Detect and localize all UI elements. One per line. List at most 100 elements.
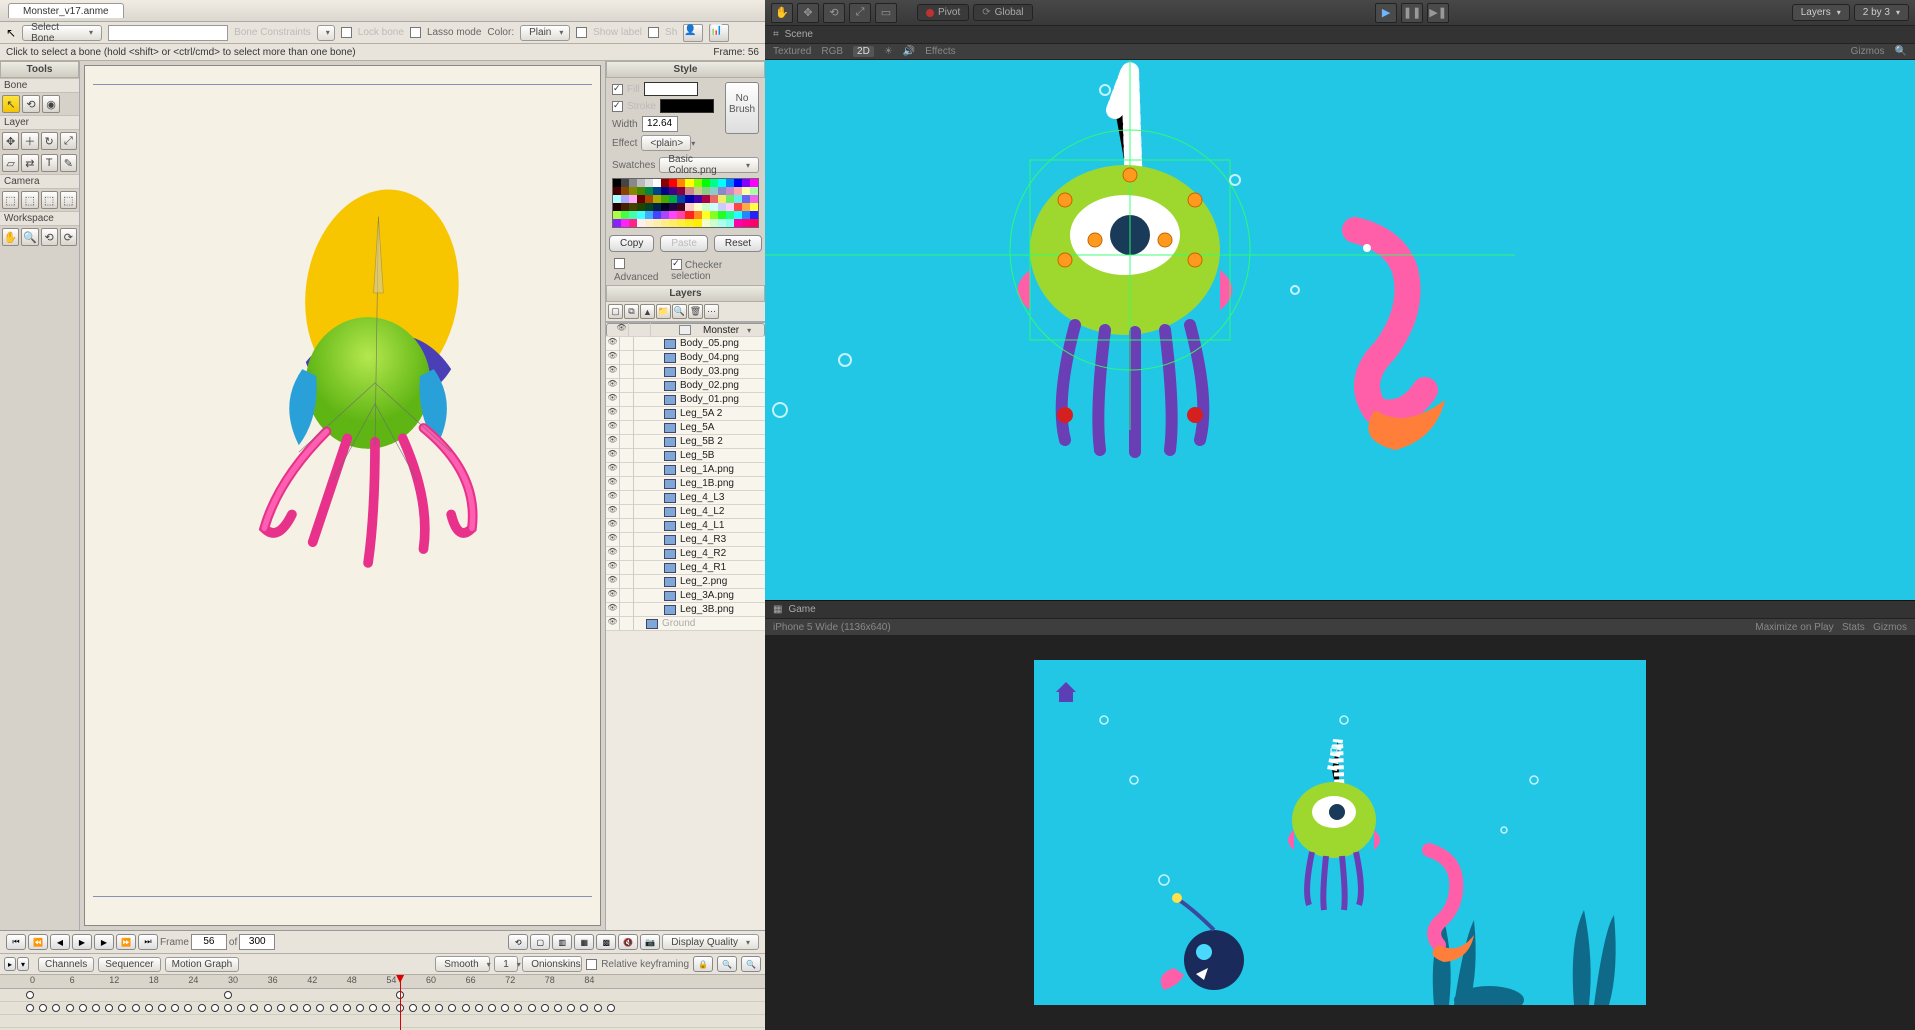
visibility-icon[interactable]: 👁 <box>606 491 620 505</box>
motion-graph-tab[interactable]: Motion Graph <box>165 957 240 972</box>
palette-swatch[interactable] <box>685 203 693 211</box>
zoom-in-button[interactable]: 🔍 <box>741 956 761 972</box>
game-view[interactable] <box>765 635 1915 1030</box>
next-frame-button[interactable]: ▶ <box>94 934 114 950</box>
palette-swatch[interactable] <box>677 219 685 227</box>
lock-icon[interactable] <box>620 505 634 519</box>
palette-swatch[interactable] <box>726 195 734 203</box>
pause-icon[interactable]: ❚❚ <box>1401 3 1423 23</box>
rotate-layer-tool[interactable]: ↻ <box>41 132 58 150</box>
palette-swatch[interactable] <box>702 179 710 187</box>
visibility-icon[interactable]: 👁 <box>615 323 629 337</box>
palette-swatch[interactable] <box>685 219 693 227</box>
palette-swatch[interactable] <box>637 179 645 187</box>
lock-icon[interactable] <box>620 547 634 561</box>
visibility-icon[interactable]: 👁 <box>606 337 620 351</box>
palette-swatch[interactable] <box>677 187 685 195</box>
visibility-icon[interactable]: 👁 <box>606 519 620 533</box>
pantilt-camera-tool[interactable]: ⬚ <box>60 191 77 209</box>
palette-swatch[interactable] <box>742 203 750 211</box>
gizmos-label[interactable]: Gizmos <box>1873 622 1907 633</box>
palette-swatch[interactable] <box>613 203 621 211</box>
grid2-button[interactable]: ▥ <box>552 934 572 950</box>
palette-swatch[interactable] <box>629 179 637 187</box>
stats-label[interactable]: Stats <box>1842 622 1865 633</box>
palette-swatch[interactable] <box>677 211 685 219</box>
layer-row[interactable]: 👁Leg_5B 2 <box>606 435 765 449</box>
search-layer-button[interactable]: 🔍 <box>672 304 687 319</box>
palette-swatch[interactable] <box>726 187 734 195</box>
lock-button[interactable]: 🔒 <box>693 956 713 972</box>
palette-swatch[interactable] <box>734 195 742 203</box>
frame-input[interactable]: 56 <box>191 934 227 950</box>
checker-sel-checkbox[interactable] <box>671 259 682 270</box>
mute-button[interactable]: 🔇 <box>618 934 638 950</box>
no-brush-button[interactable]: No Brush <box>725 82 759 134</box>
play-button[interactable]: ▶ <box>72 934 92 950</box>
zoom-out-button[interactable]: 🔍 <box>717 956 737 972</box>
effects-dropdown[interactable]: Effects <box>925 46 955 57</box>
grid1-button[interactable]: ▢ <box>530 934 550 950</box>
palette-swatch[interactable] <box>685 211 693 219</box>
move-tool-icon[interactable]: ✥ <box>797 3 819 23</box>
track-camera-tool[interactable]: ⬚ <box>2 191 19 209</box>
swatches-dropdown[interactable]: Basic Colors.png <box>659 157 759 173</box>
visibility-icon[interactable]: 👁 <box>606 463 620 477</box>
palette-swatch[interactable] <box>694 219 702 227</box>
palette-swatch[interactable] <box>718 219 726 227</box>
palette-swatch[interactable] <box>718 195 726 203</box>
lock-icon[interactable] <box>620 617 634 631</box>
layer-menu-button[interactable]: ⋯ <box>704 304 719 319</box>
shear-layer-tool[interactable]: ▱ <box>2 154 19 172</box>
palette-swatch[interactable] <box>669 211 677 219</box>
palette-swatch[interactable] <box>621 211 629 219</box>
palette-swatch[interactable] <box>637 219 645 227</box>
palette-swatch[interactable] <box>710 211 718 219</box>
interp-dropdown[interactable]: Smooth <box>435 956 490 972</box>
layer-row[interactable]: 👁Leg_4_R2 <box>606 547 765 561</box>
palette-swatch[interactable] <box>734 219 742 227</box>
lock-icon[interactable] <box>620 603 634 617</box>
palette-swatch[interactable] <box>621 219 629 227</box>
palette-swatch[interactable] <box>734 203 742 211</box>
layer-row[interactable]: 👁Leg_5A 2 <box>606 407 765 421</box>
palette-swatch[interactable] <box>613 211 621 219</box>
lock-icon[interactable] <box>620 421 634 435</box>
timeline-row[interactable] <box>0 1002 765 1015</box>
maximize-label[interactable]: Maximize on Play <box>1755 622 1833 633</box>
palette-swatch[interactable] <box>726 179 734 187</box>
bone-name-input[interactable] <box>108 25 228 41</box>
step-fwd-button[interactable]: ⏩ <box>116 934 136 950</box>
visibility-icon[interactable]: 👁 <box>606 477 620 491</box>
palette-swatch[interactable] <box>734 211 742 219</box>
lock-icon[interactable] <box>620 365 634 379</box>
roll-camera-tool[interactable]: ⬚ <box>41 191 58 209</box>
palette-swatch[interactable] <box>750 219 758 227</box>
layer-row[interactable]: 👁Body_01.png <box>606 393 765 407</box>
palette-swatch[interactable] <box>710 203 718 211</box>
bone-strength-tool[interactable]: ◉ <box>42 95 60 113</box>
flip-layer-tool[interactable]: ⇄ <box>21 154 38 172</box>
rotate-tool-icon[interactable]: ⟲ <box>823 3 845 23</box>
palette-swatch[interactable] <box>702 211 710 219</box>
layer-row[interactable]: 👁Body_03.png <box>606 365 765 379</box>
new-layer-button[interactable]: ▢ <box>608 304 623 319</box>
palette-swatch[interactable] <box>645 187 653 195</box>
reset-button[interactable]: Reset <box>714 235 762 252</box>
palette-swatch[interactable] <box>742 211 750 219</box>
user-icon[interactable]: 👤 <box>683 24 703 42</box>
lock-icon[interactable] <box>620 561 634 575</box>
copy-button[interactable]: Copy <box>609 235 654 252</box>
palette-swatch[interactable] <box>645 203 653 211</box>
search-icon[interactable]: 🔍 <box>1895 46 1907 57</box>
palette-swatch[interactable] <box>677 203 685 211</box>
visibility-icon[interactable]: 👁 <box>606 407 620 421</box>
palette-swatch[interactable] <box>750 187 758 195</box>
grid4-button[interactable]: ▩ <box>596 934 616 950</box>
file-tab[interactable]: Monster_v17.anme <box>8 3 124 18</box>
palette-swatch[interactable] <box>669 195 677 203</box>
layer-row[interactable]: 👁Leg_4_R3 <box>606 533 765 547</box>
layer-row[interactable]: 👁Body_02.png <box>606 379 765 393</box>
palette-swatch[interactable] <box>629 211 637 219</box>
lock-icon[interactable] <box>620 449 634 463</box>
